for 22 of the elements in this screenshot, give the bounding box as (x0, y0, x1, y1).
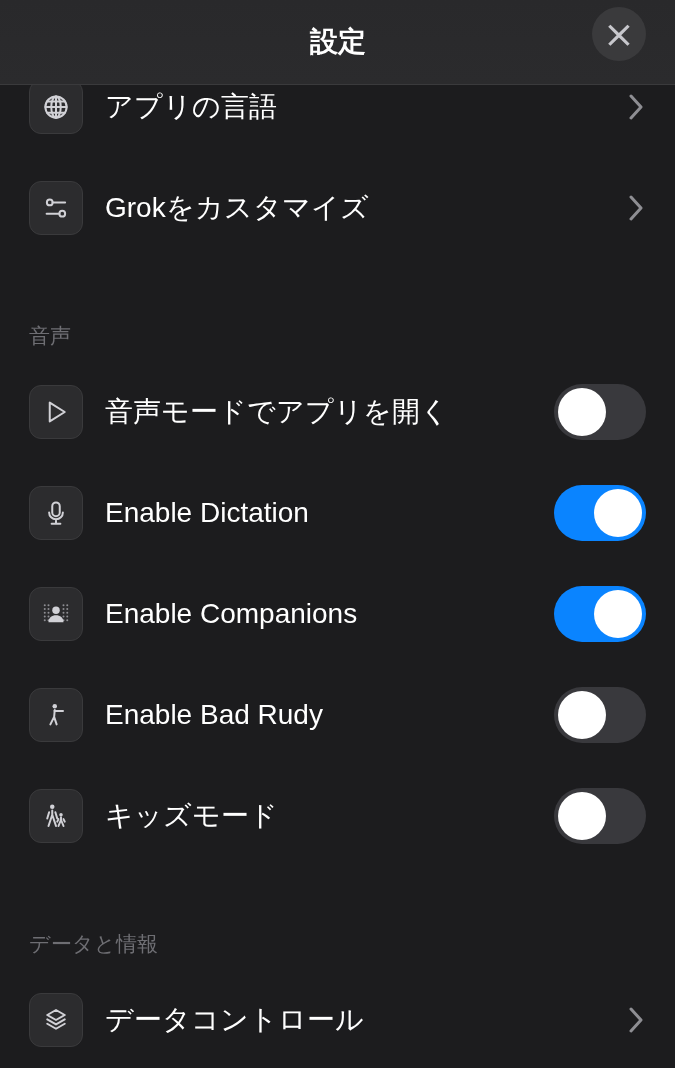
sliders-icon (29, 180, 83, 235)
row-label: キッズモード (105, 798, 279, 833)
row-label: アプリの言語 (105, 89, 278, 124)
layers-icon (29, 992, 83, 1047)
screen-title: 設定 (309, 25, 366, 59)
close-button[interactable]: × (592, 7, 646, 61)
microphone-icon (29, 485, 83, 540)
play-icon (29, 384, 83, 439)
row-label: Enable Bad Rudy (105, 698, 324, 731)
section-heading: データと情報 (29, 932, 158, 955)
section-heading: 音声 (29, 324, 71, 347)
row-label: Grokをカスタマイズ (105, 190, 370, 225)
row-label: データコントロール (105, 1002, 365, 1037)
walking-figure-icon (29, 687, 83, 742)
chevron-right-icon[interactable] (629, 194, 643, 221)
row-label: 音声モードでアプリを開く (105, 394, 450, 429)
row-label: Enable Companions (105, 597, 359, 630)
chevron-right-icon[interactable] (629, 93, 643, 120)
chevron-right-icon[interactable] (629, 1006, 643, 1033)
row-label: Enable Dictation (105, 496, 310, 529)
person-icon (29, 586, 83, 641)
adult-and-child-icon (29, 788, 83, 843)
